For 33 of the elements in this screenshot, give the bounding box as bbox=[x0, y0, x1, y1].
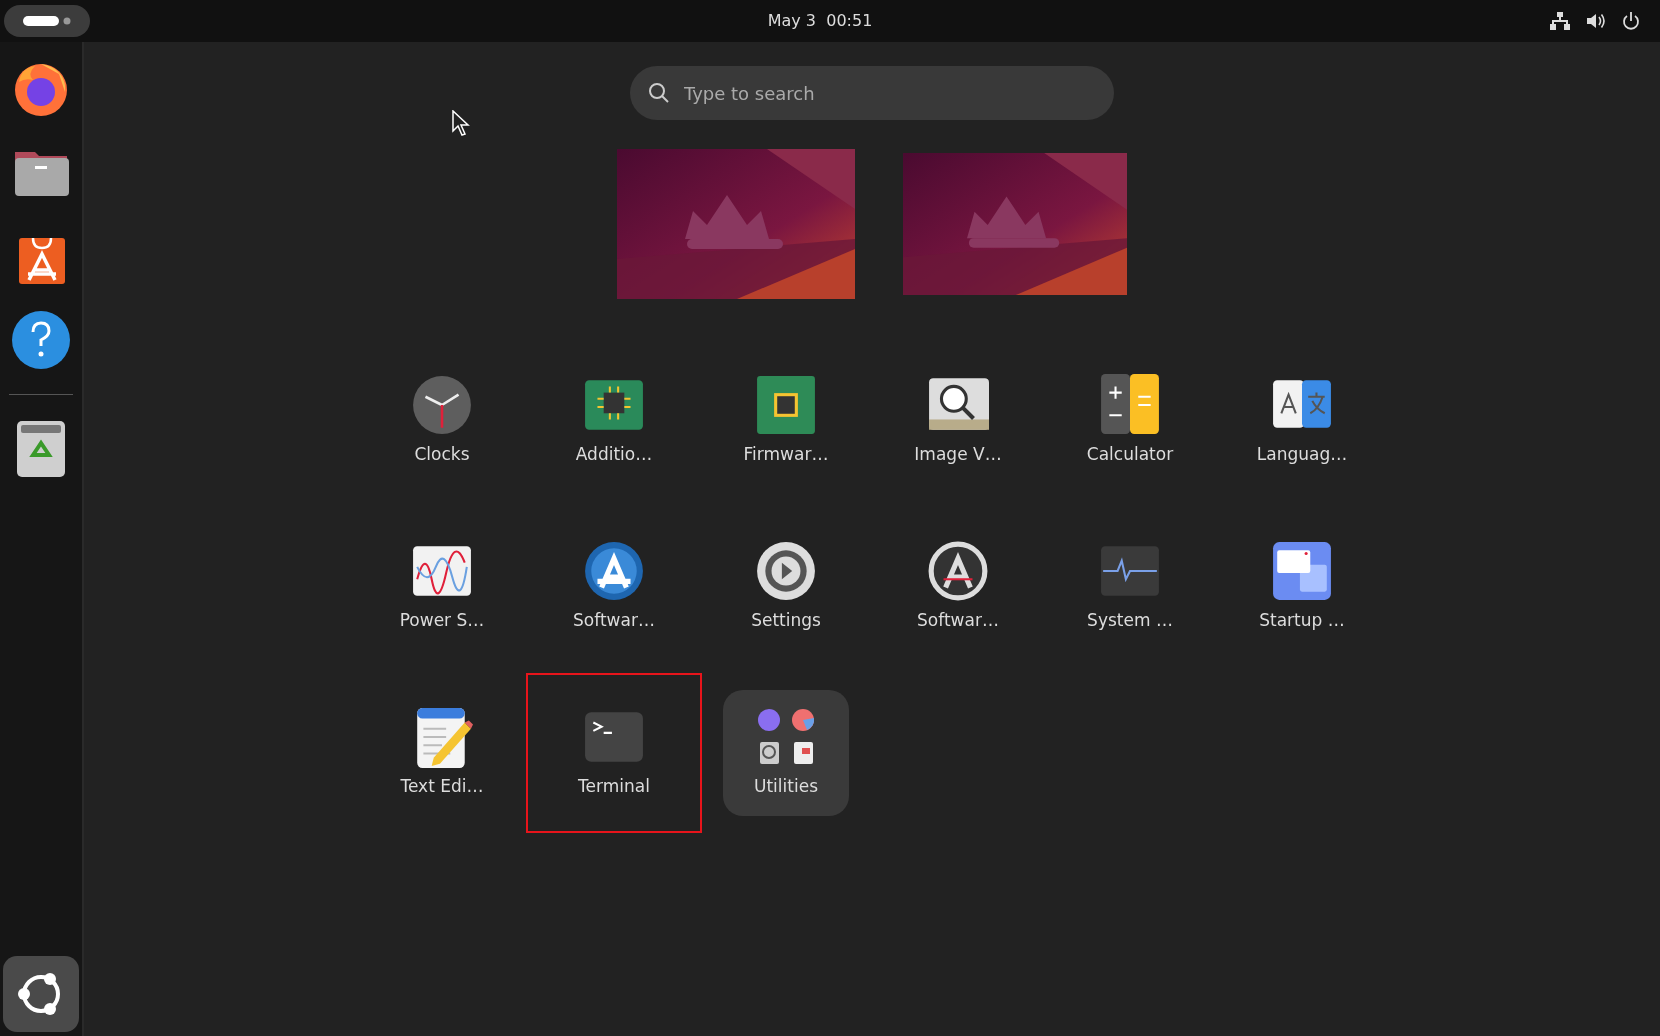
app-icon bbox=[1271, 540, 1333, 603]
search-field[interactable]: Type to search bbox=[630, 66, 1114, 120]
app-icon bbox=[927, 540, 989, 603]
app-tile[interactable]: Startup … bbox=[1239, 524, 1365, 650]
app-tile[interactable]: Terminal bbox=[528, 675, 700, 831]
workspace-indicator-icon bbox=[23, 15, 71, 27]
app-tile[interactable]: Calculator bbox=[1067, 358, 1193, 484]
app-icon bbox=[755, 540, 817, 603]
app-tile[interactable]: Clocks bbox=[379, 358, 505, 484]
app-tile[interactable]: Firmwar… bbox=[723, 358, 849, 484]
volume-icon[interactable] bbox=[1586, 12, 1606, 30]
app-tile[interactable]: Text Edi… bbox=[379, 690, 505, 816]
app-tile[interactable]: Settings bbox=[723, 524, 849, 650]
power-icon[interactable] bbox=[1622, 12, 1640, 30]
app-icon bbox=[583, 540, 645, 603]
network-icon[interactable] bbox=[1550, 12, 1570, 30]
app-tile[interactable]: Languag… bbox=[1239, 358, 1365, 484]
app-icon bbox=[1099, 374, 1161, 437]
app-icon bbox=[755, 374, 817, 437]
show-apps-button[interactable] bbox=[3, 956, 79, 1032]
app-tile[interactable]: Image V… bbox=[895, 358, 1021, 484]
activities-button[interactable] bbox=[4, 5, 90, 37]
app-folder[interactable]: Utilities bbox=[723, 690, 849, 816]
app-tile[interactable]: System … bbox=[1067, 524, 1193, 650]
app-icon bbox=[411, 374, 473, 437]
app-tile[interactable]: Softwar… bbox=[895, 524, 1021, 650]
mouse-pointer-icon bbox=[452, 110, 470, 136]
clock[interactable]: May 3 00:51 bbox=[767, 9, 873, 33]
help-icon[interactable] bbox=[11, 310, 71, 370]
app-tile[interactable]: Power S… bbox=[379, 524, 505, 650]
app-tile[interactable]: Softwar… bbox=[551, 524, 677, 650]
app-tile[interactable]: Additio… bbox=[551, 358, 677, 484]
search-icon bbox=[648, 82, 670, 104]
